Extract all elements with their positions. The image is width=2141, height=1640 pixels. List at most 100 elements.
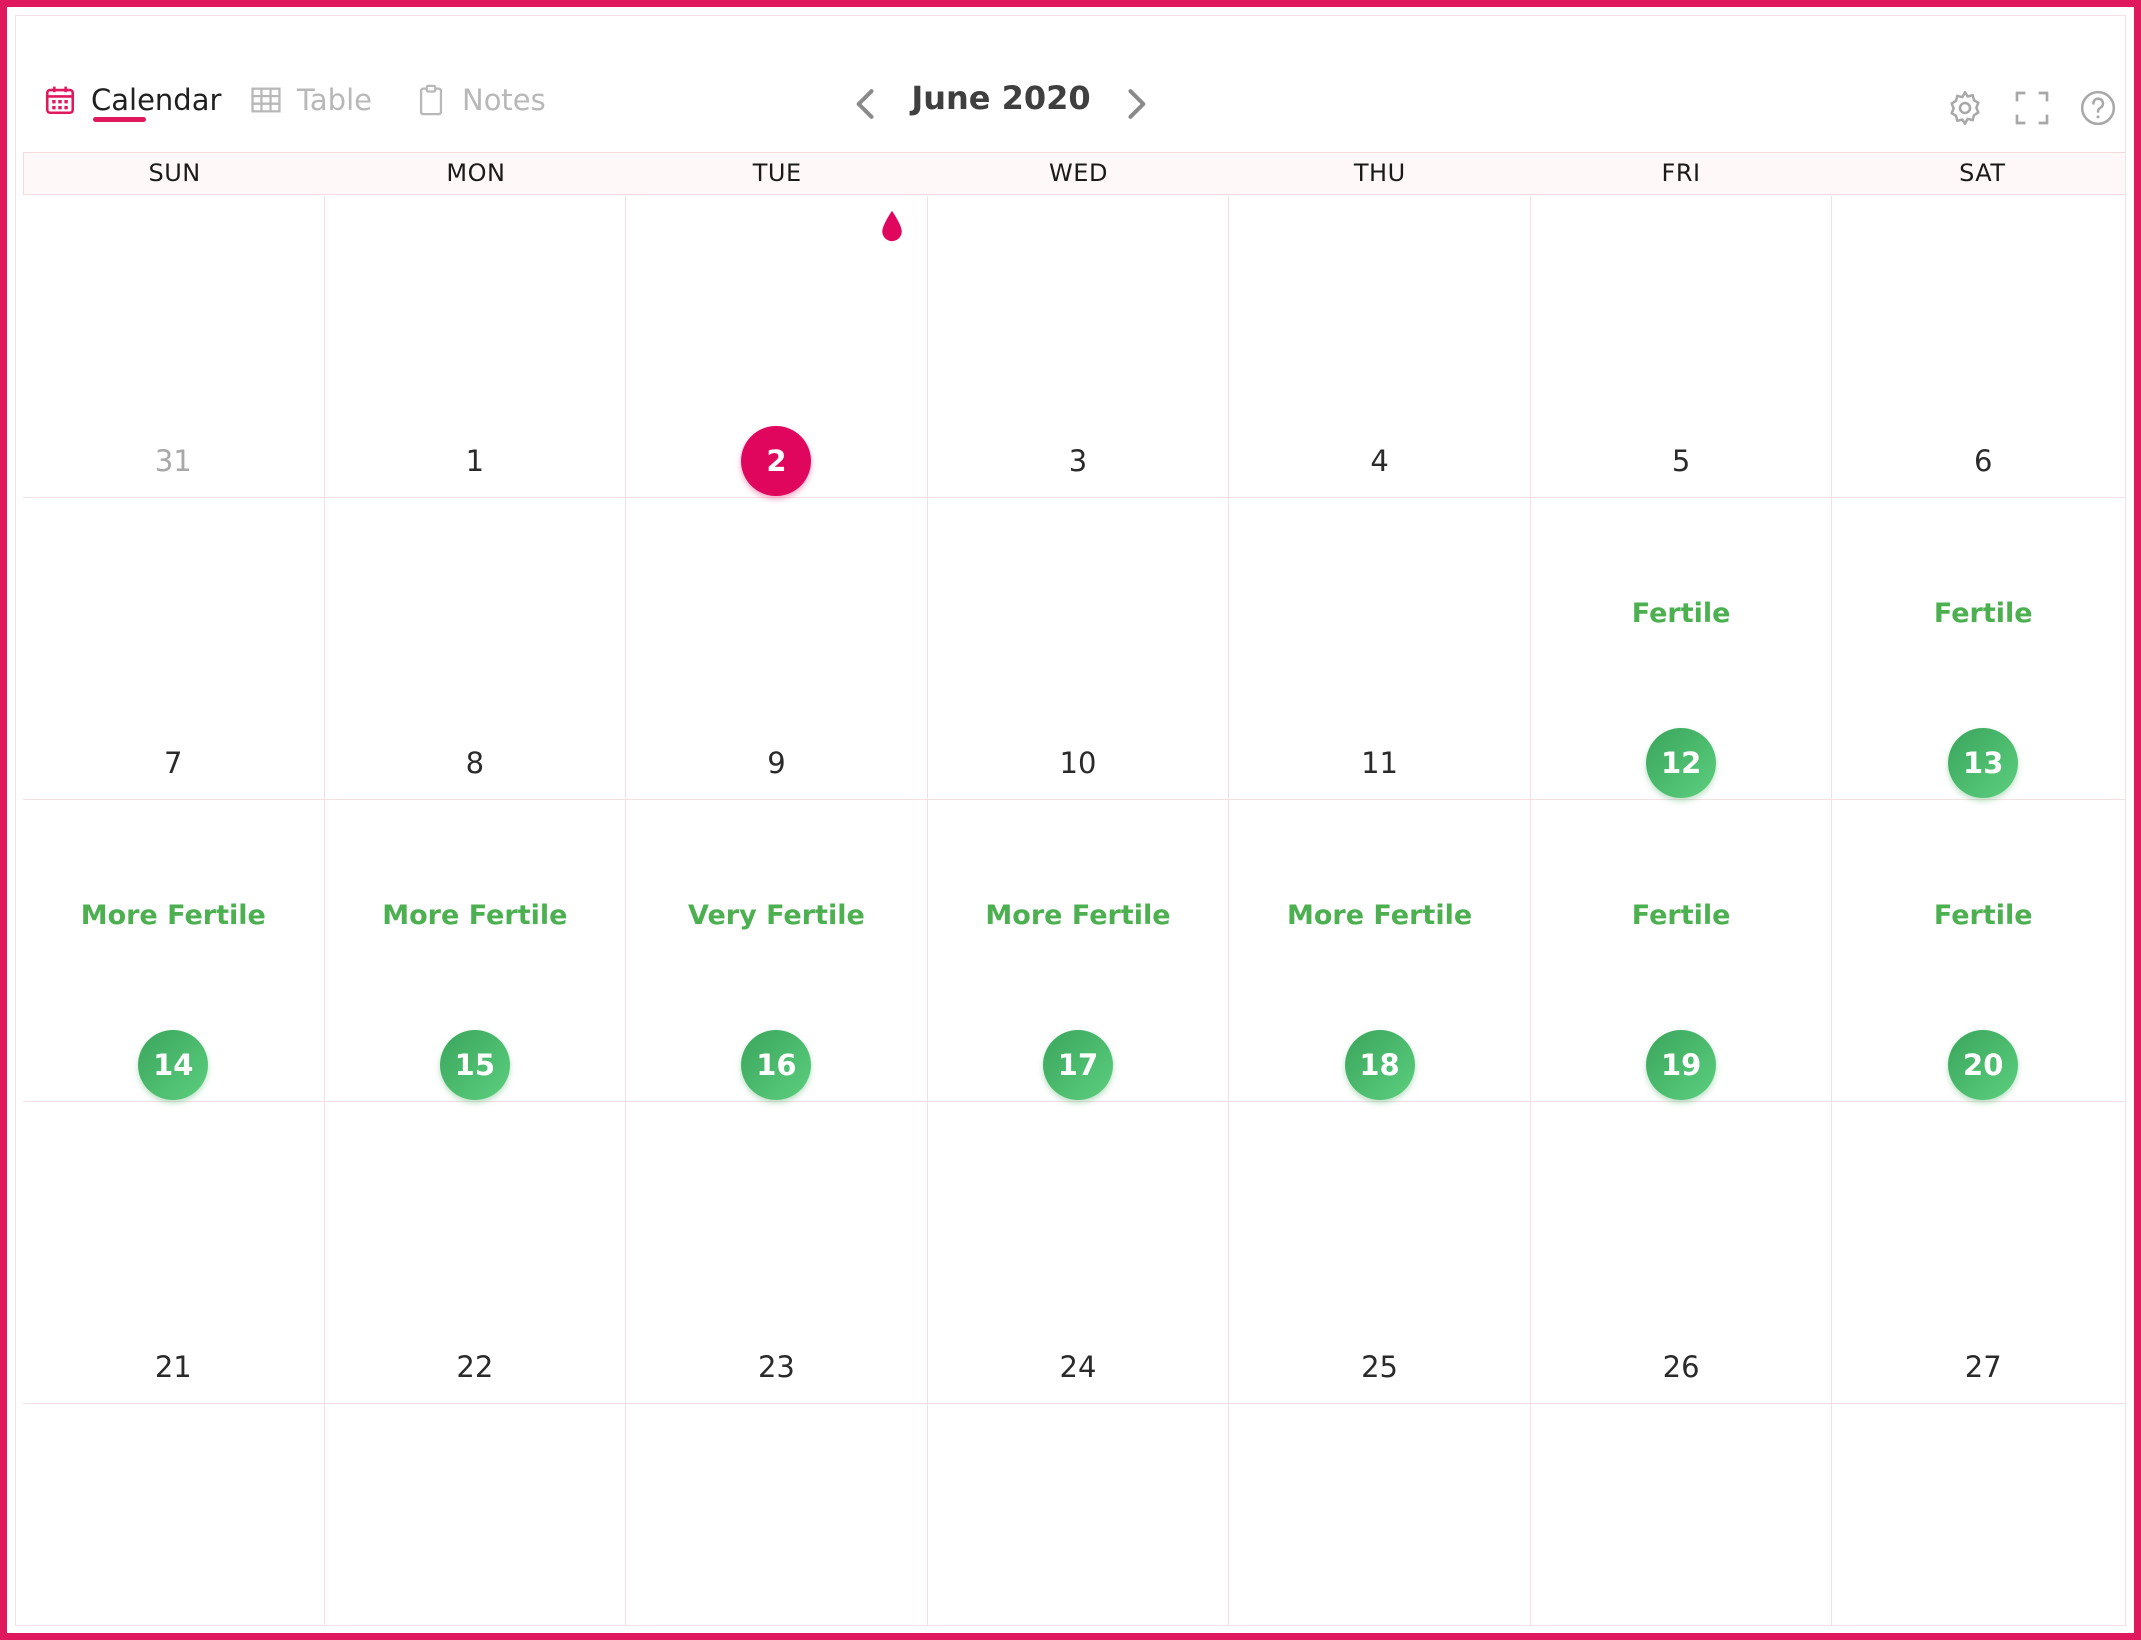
day-number: 23 (757, 1350, 795, 1384)
day-number: 18 (1344, 1030, 1415, 1100)
weekday-sat: SAT (1959, 159, 2006, 187)
tab-notes[interactable]: Notes (414, 74, 546, 126)
weekday-tue: TUE (752, 159, 802, 187)
day-cell[interactable]: 11 (1229, 498, 1531, 800)
gear-icon (1950, 90, 1980, 126)
day-cell[interactable]: Fertile 19 (1530, 800, 1833, 1102)
day-number: 5 (1671, 444, 1691, 478)
day-cell[interactable]: 9 (626, 498, 928, 800)
chevron-left-icon (856, 89, 874, 119)
day-cell[interactable]: Fertile 20 (1832, 800, 2125, 1102)
day-cell[interactable]: More Fertile 15 (324, 800, 627, 1102)
day-number: 6 (1973, 444, 1993, 478)
tab-table[interactable]: Table (249, 74, 372, 126)
fertility-label: More Fertile (382, 900, 568, 931)
day-cell[interactable]: More Fertile 18 (1229, 800, 1531, 1102)
day-cell[interactable]: 23 (626, 1102, 928, 1404)
day-number: 15 (439, 1030, 510, 1100)
day-number: 22 (456, 1350, 494, 1384)
day-number: 13 (1948, 728, 2019, 798)
day-cell[interactable]: 3 (927, 196, 1230, 498)
day-cell[interactable]: Fertile 13 (1832, 498, 2125, 800)
day-cell[interactable]: 25 (1229, 1102, 1531, 1404)
active-tab-underline (93, 117, 146, 122)
calendar-panel: Calendar Table Notes June 2020 SUN MON T… (15, 15, 2126, 1626)
day-number: 11 (1361, 746, 1399, 780)
fertility-label: More Fertile (985, 900, 1171, 931)
calendar-grid: 31 1 2 3 4 5 6 7 8 9 10 11 Fertile 12 Fertile 13 More Fe… (23, 196, 2125, 1625)
clipboard-icon (419, 84, 443, 116)
day-cell[interactable]: 4 (1229, 196, 1531, 498)
tab-notes-label: Notes (462, 83, 546, 117)
day-cell[interactable]: 1 (324, 196, 627, 498)
day-number: 4 (1370, 444, 1389, 478)
help-circle-icon (2080, 90, 2116, 126)
fertility-label: Very Fertile (688, 900, 865, 931)
table-grid-icon (251, 87, 281, 113)
settings-button[interactable] (1945, 88, 1985, 128)
weekday-sun: SUN (148, 159, 201, 187)
month-title: June 2020 (911, 79, 1091, 117)
day-cell[interactable]: 24 (927, 1102, 1230, 1404)
blood-drop-icon (881, 210, 902, 242)
day-number: 9 (767, 746, 786, 780)
day-number: 16 (741, 1030, 812, 1100)
fertility-label: More Fertile (80, 900, 266, 931)
fertility-label: Fertile (1933, 900, 2033, 931)
day-cell[interactable]: Fertile 12 (1530, 498, 1833, 800)
toolbar: Calendar Table Notes June 2020 (16, 16, 2125, 150)
day-cell[interactable]: More Fertile 14 (23, 800, 325, 1102)
tab-calendar-label: Calendar (91, 83, 222, 117)
day-cell[interactable] (325, 1404, 627, 1625)
day-cell[interactable]: 26 (1530, 1102, 1833, 1404)
day-number: 7 (164, 746, 183, 780)
weekday-header: SUN MON TUE WED THU FRI SAT (23, 152, 2125, 195)
day-cell[interactable] (626, 1404, 928, 1625)
day-cell[interactable] (928, 1404, 1230, 1625)
fertility-label: More Fertile (1286, 900, 1473, 931)
day-number: 27 (1964, 1350, 2002, 1384)
day-number: 31 (154, 444, 192, 478)
day-cell[interactable]: 2 (626, 196, 928, 498)
day-number: 17 (1042, 1030, 1113, 1100)
day-cell[interactable] (1229, 1404, 1531, 1625)
fertility-label: Fertile (1631, 900, 1731, 931)
day-cell[interactable]: 27 (1832, 1102, 2125, 1404)
day-number: 19 (1646, 1030, 1717, 1100)
fullscreen-button[interactable] (2012, 88, 2052, 128)
chevron-right-icon (1128, 89, 1146, 119)
day-number: 2 (741, 426, 812, 496)
day-number: 12 (1646, 728, 1717, 798)
day-cell[interactable] (1832, 1404, 2125, 1625)
day-cell[interactable]: 22 (324, 1102, 627, 1404)
day-number: 24 (1059, 1350, 1097, 1384)
day-number: 25 (1361, 1350, 1399, 1384)
day-cell[interactable]: More Fertile 17 (927, 800, 1230, 1102)
calendar-icon (45, 86, 75, 115)
day-cell[interactable]: 10 (927, 498, 1230, 800)
day-cell[interactable] (23, 1404, 325, 1625)
day-number: 1 (465, 444, 485, 478)
help-button[interactable] (2078, 88, 2118, 128)
day-number: 20 (1948, 1030, 2019, 1100)
weekday-fri: FRI (1661, 159, 1701, 187)
day-number: 14 (138, 1030, 209, 1100)
day-cell[interactable]: 5 (1530, 196, 1833, 498)
previous-month-button[interactable] (844, 82, 888, 126)
fullscreen-icon (2015, 91, 2049, 125)
fertility-label: Fertile (1933, 598, 2033, 629)
next-month-button[interactable] (1114, 82, 1158, 126)
day-number: 26 (1662, 1350, 1700, 1384)
day-cell[interactable] (1531, 1404, 1833, 1625)
day-number: 3 (1068, 444, 1088, 478)
day-cell[interactable]: 8 (324, 498, 627, 800)
month-navigator: June 2020 (844, 74, 1164, 130)
day-number: 21 (154, 1350, 192, 1384)
day-cell[interactable]: Very Fertile 16 (626, 800, 928, 1102)
day-cell[interactable]: 6 (1832, 196, 2125, 498)
day-cell[interactable]: 31 (23, 196, 325, 498)
weekday-wed: WED (1049, 159, 1108, 187)
app-frame: Calendar Table Notes June 2020 SUN MON T… (0, 0, 2141, 1640)
day-cell[interactable]: 21 (23, 1102, 325, 1404)
day-cell[interactable]: 7 (23, 498, 325, 800)
